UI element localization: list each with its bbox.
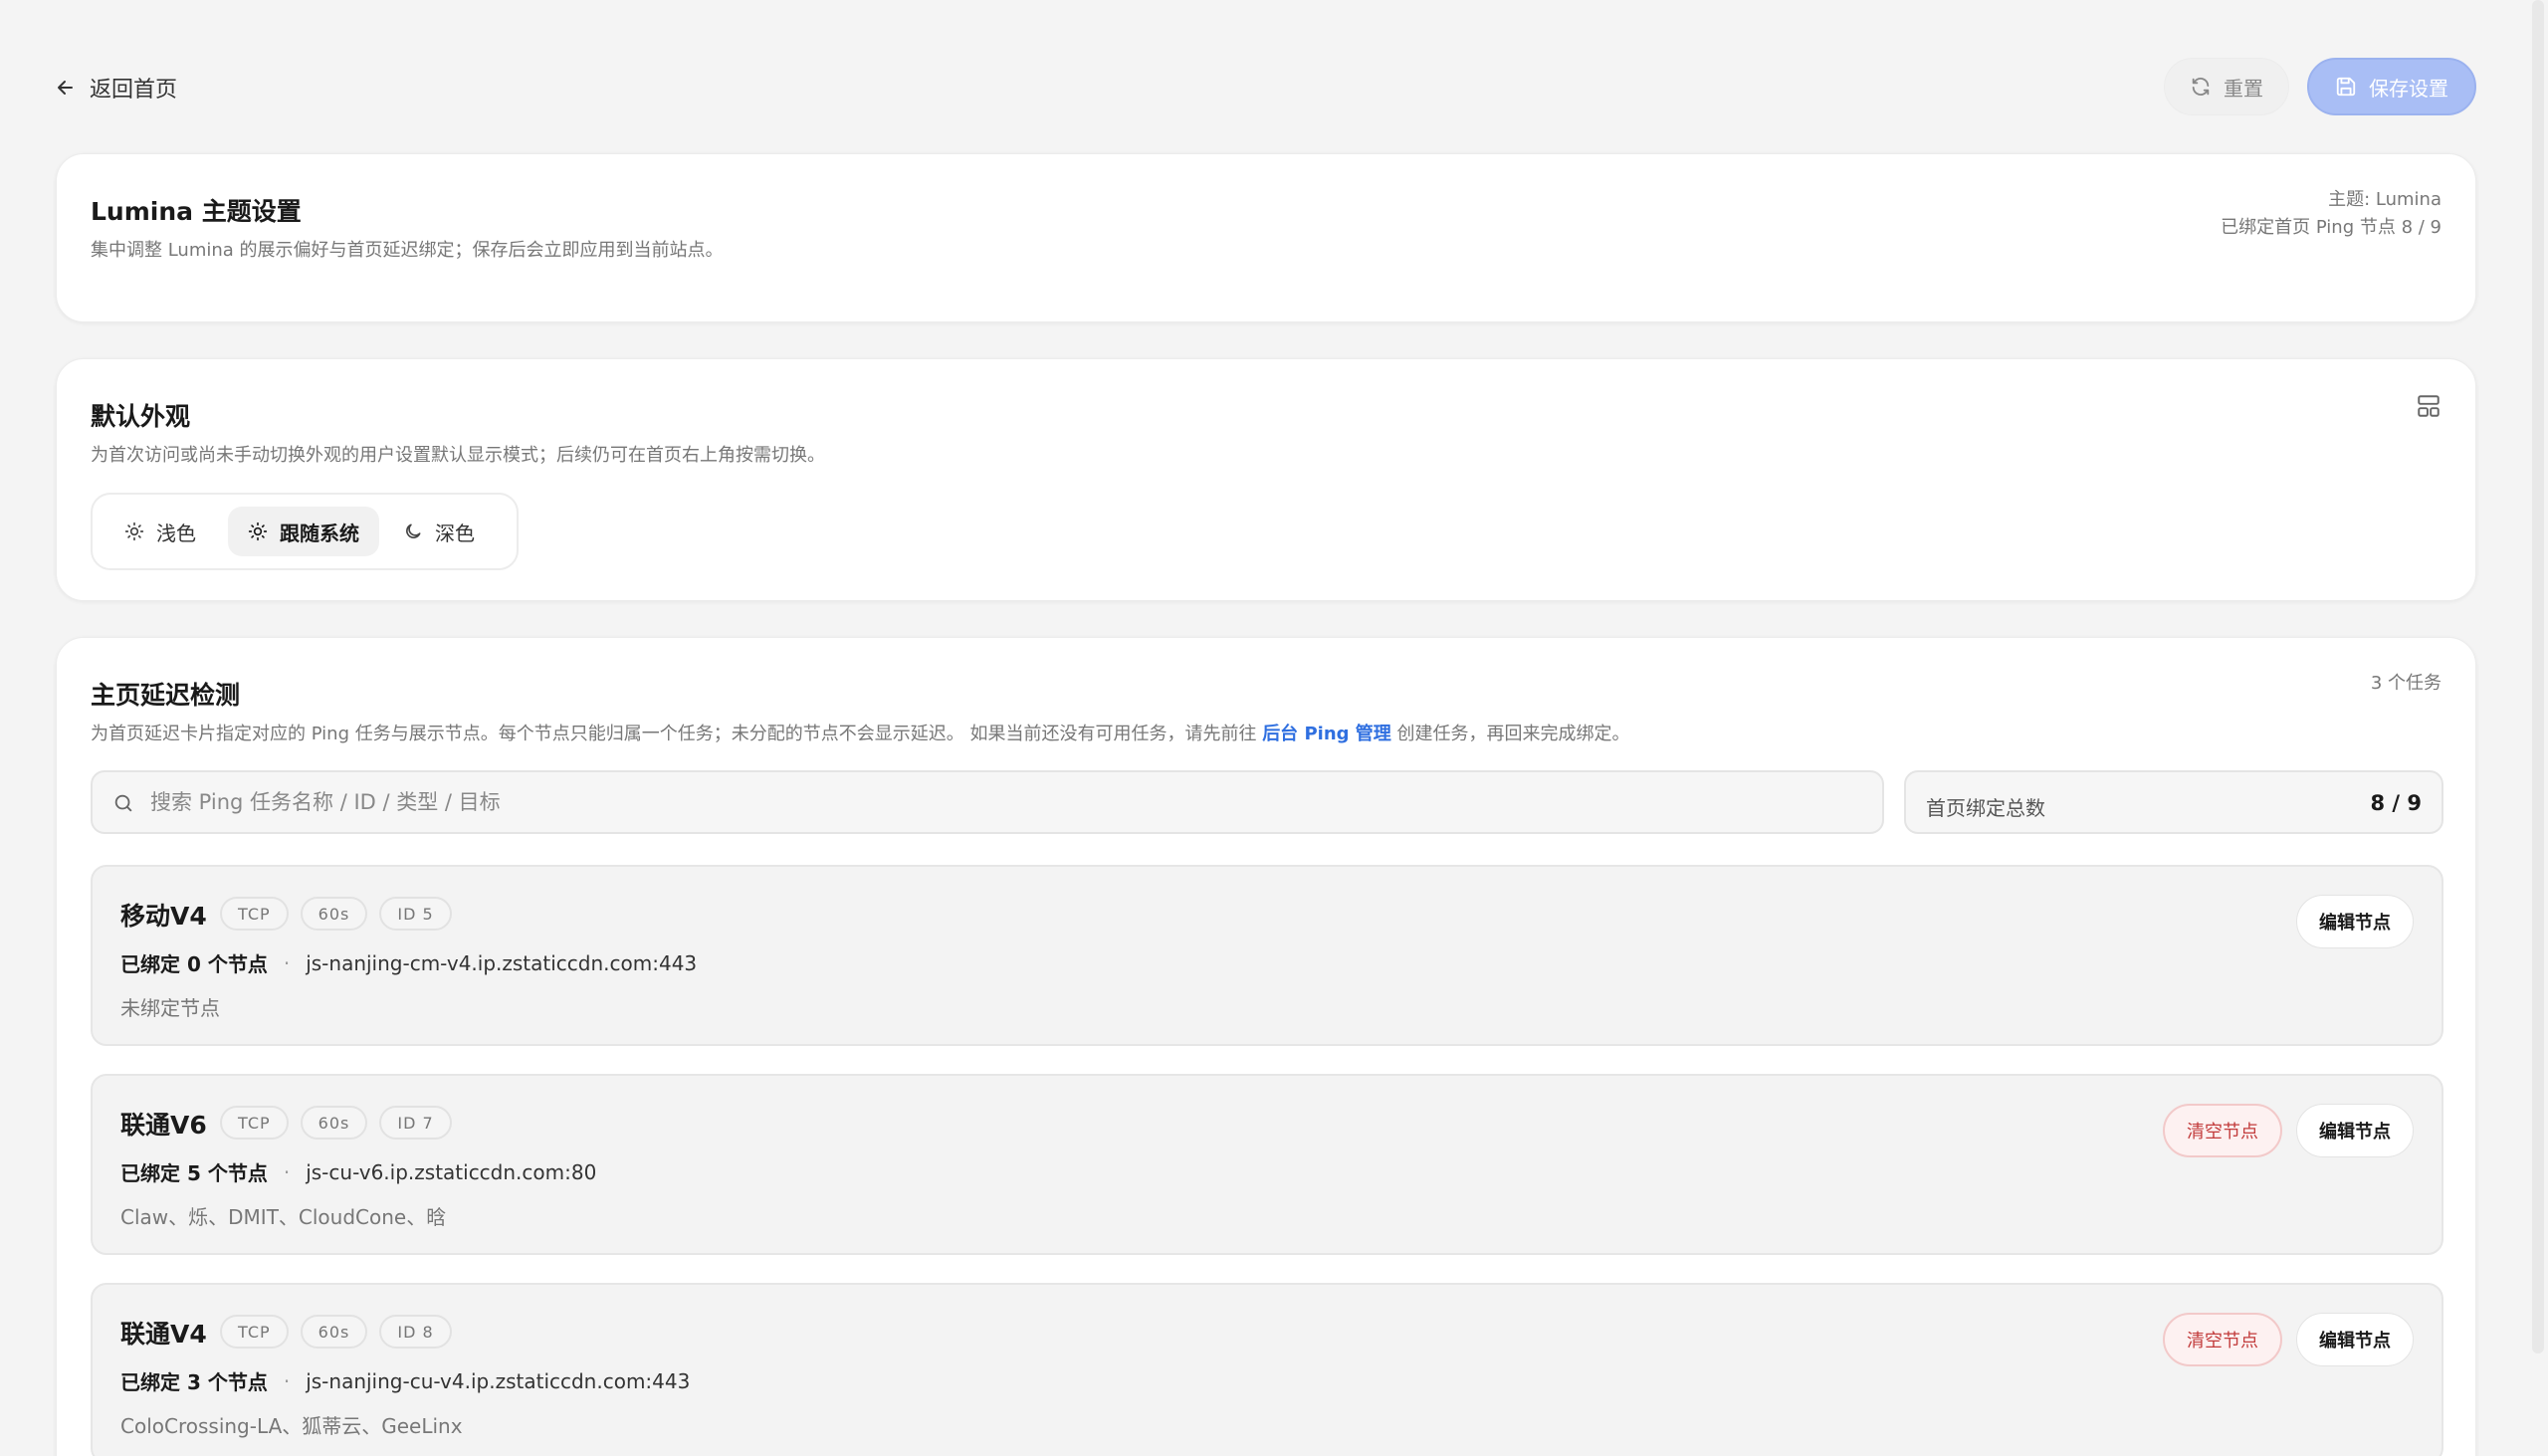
appearance-desc: 为首次访问或尚未手动切换外观的用户设置默认显示模式；后续仍可在首页右上角按需切换…: [91, 445, 825, 466]
task-tags: TCP 60s ID 7: [220, 1106, 452, 1140]
appearance-card: 默认外观 为首次访问或尚未手动切换外观的用户设置默认显示模式；后续仍可在首页右上…: [56, 358, 2476, 601]
latency-card: 主页延迟检测 3 个任务 为首页延迟卡片指定对应的 Ping 任务与展示节点。每…: [56, 637, 2476, 1456]
appearance-title: 默认外观: [91, 402, 191, 431]
task-protocol-tag: TCP: [220, 1106, 289, 1140]
ping-task-card: 联通V6 TCP 60s ID 7 已绑定 5 个节点 · js-cu-v6.i…: [91, 1074, 2443, 1255]
task-nodes: ColoCrossing-LA、狐蒂云、GeeLinx: [120, 1414, 463, 1438]
task-id-tag: ID 8: [379, 1315, 452, 1349]
task-tags: TCP 60s ID 8: [220, 1315, 452, 1349]
task-name: 联通V4: [120, 1320, 207, 1349]
task-summary: 已绑定 3 个节点 · js-nanjing-cu-v4.ip.zstaticc…: [120, 1366, 690, 1395]
edit-nodes-button[interactable]: 编辑节点: [2296, 1104, 2414, 1157]
search-icon: [114, 794, 132, 812]
task-summary: 已绑定 5 个节点 · js-cu-v6.ip.zstaticcdn.com:8…: [120, 1157, 596, 1186]
refresh-icon: [2192, 78, 2210, 96]
task-tags: TCP 60s ID 5: [220, 897, 452, 931]
settings-page: 返回首页 重置 保存设置 Lumina 主题设置 集中调整 Lumina 的展示…: [0, 0, 2548, 1456]
mode-option-label: 深色: [435, 520, 475, 545]
save-icon: [2336, 77, 2356, 97]
top-bar: 返回首页 重置 保存设置: [56, 58, 2476, 119]
mode-option-light[interactable]: 浅色: [105, 507, 216, 556]
task-name: 联通V6: [120, 1111, 207, 1140]
bound-total-label: 首页绑定总数: [1926, 796, 2045, 820]
task-count: 3 个任务: [2370, 673, 2442, 694]
theme-card-title: Lumina 主题设置: [91, 197, 302, 226]
ping-admin-link[interactable]: 后台 Ping 管理: [1262, 724, 1391, 744]
mode-option-dark[interactable]: 深色: [383, 507, 495, 556]
moon-icon: [406, 523, 421, 538]
task-name: 移动V4: [120, 902, 207, 931]
latency-desc-prefix: 为首页延迟卡片指定对应的 Ping 任务与展示节点。每个节点只能归属一个任务；未…: [91, 724, 1263, 744]
back-home-label: 返回首页: [90, 78, 178, 103]
layout-icon[interactable]: [2416, 393, 2442, 419]
reset-label: 重置: [2224, 76, 2263, 101]
sun-icon: [124, 521, 144, 541]
task-target: js-nanjing-cu-v4.ip.zstaticcdn.com:443: [306, 1368, 691, 1393]
latency-desc: 为首页延迟卡片指定对应的 Ping 任务与展示节点。每个节点只能归属一个任务；未…: [91, 720, 1630, 745]
edit-nodes-button[interactable]: 编辑节点: [2296, 895, 2414, 948]
edit-nodes-button[interactable]: 编辑节点: [2296, 1313, 2414, 1366]
save-settings-label: 保存设置: [2369, 76, 2448, 101]
sun-system-icon: [248, 521, 268, 541]
bound-total-value: 8 / 9: [2370, 791, 2422, 815]
appearance-mode-selector: 浅色 跟随系统 深色: [91, 493, 519, 570]
task-interval-tag: 60s: [300, 897, 368, 931]
task-protocol-tag: TCP: [220, 1315, 289, 1349]
bound-nodes-meta: 已绑定首页 Ping 节点 8 / 9: [2221, 217, 2442, 238]
ping-task-card: 移动V4 TCP 60s ID 5 已绑定 0 个节点 · js-nanjing…: [91, 865, 2443, 1046]
latency-title: 主页延迟检测: [91, 681, 241, 710]
task-nodes: 未绑定节点: [120, 996, 220, 1020]
separator-dot: ·: [283, 1159, 291, 1184]
task-nodes: Claw、烁、DMIT、CloudCone、晗: [120, 1205, 447, 1229]
theme-meta: 主题: Lumina 已绑定首页 Ping 节点 8 / 9: [2221, 186, 2442, 242]
task-target: js-cu-v6.ip.zstaticcdn.com:80: [306, 1159, 597, 1184]
ping-task-card: 联通V4 TCP 60s ID 8 已绑定 3 个节点 · js-nanjing…: [91, 1283, 2443, 1456]
bound-total-box: 首页绑定总数 8 / 9: [1904, 770, 2443, 834]
arrow-left-icon: [58, 81, 73, 95]
task-interval-tag: 60s: [300, 1315, 368, 1349]
task-id-tag: ID 7: [379, 1106, 452, 1140]
save-settings-button[interactable]: 保存设置: [2307, 58, 2476, 115]
separator-dot: ·: [283, 950, 291, 975]
latency-desc-suffix: 创建任务，再回来完成绑定。: [1390, 724, 1630, 744]
mode-option-label: 跟随系统: [280, 520, 359, 545]
theme-settings-card: Lumina 主题设置 集中调整 Lumina 的展示偏好与首页延迟绑定；保存后…: [56, 153, 2476, 322]
reset-button[interactable]: 重置: [2164, 58, 2289, 115]
mode-option-label: 浅色: [156, 520, 196, 545]
separator-dot: ·: [283, 1368, 291, 1393]
task-search-box: [91, 770, 1884, 834]
task-target: js-nanjing-cm-v4.ip.zstaticcdn.com:443: [306, 950, 698, 975]
clear-nodes-button[interactable]: 清空节点: [2163, 1104, 2282, 1157]
mode-option-system[interactable]: 跟随系统: [228, 507, 379, 556]
page-scrollbar[interactable]: [2532, 0, 2544, 1353]
task-summary: 已绑定 0 个节点 · js-nanjing-cm-v4.ip.zstaticc…: [120, 948, 697, 977]
clear-nodes-button[interactable]: 清空节点: [2163, 1313, 2282, 1366]
back-home-link[interactable]: 返回首页: [56, 72, 177, 104]
task-search-input[interactable]: [150, 772, 1842, 832]
theme-card-desc: 集中调整 Lumina 的展示偏好与首页延迟绑定；保存后会立即应用到当前站点。: [91, 240, 724, 261]
theme-name-meta: 主题: Lumina: [2328, 189, 2442, 210]
task-id-tag: ID 5: [379, 897, 452, 931]
task-bound-count: 已绑定 5 个节点: [120, 1161, 268, 1185]
task-interval-tag: 60s: [300, 1106, 368, 1140]
task-protocol-tag: TCP: [220, 897, 289, 931]
task-bound-count: 已绑定 0 个节点: [120, 952, 268, 976]
task-bound-count: 已绑定 3 个节点: [120, 1370, 268, 1394]
